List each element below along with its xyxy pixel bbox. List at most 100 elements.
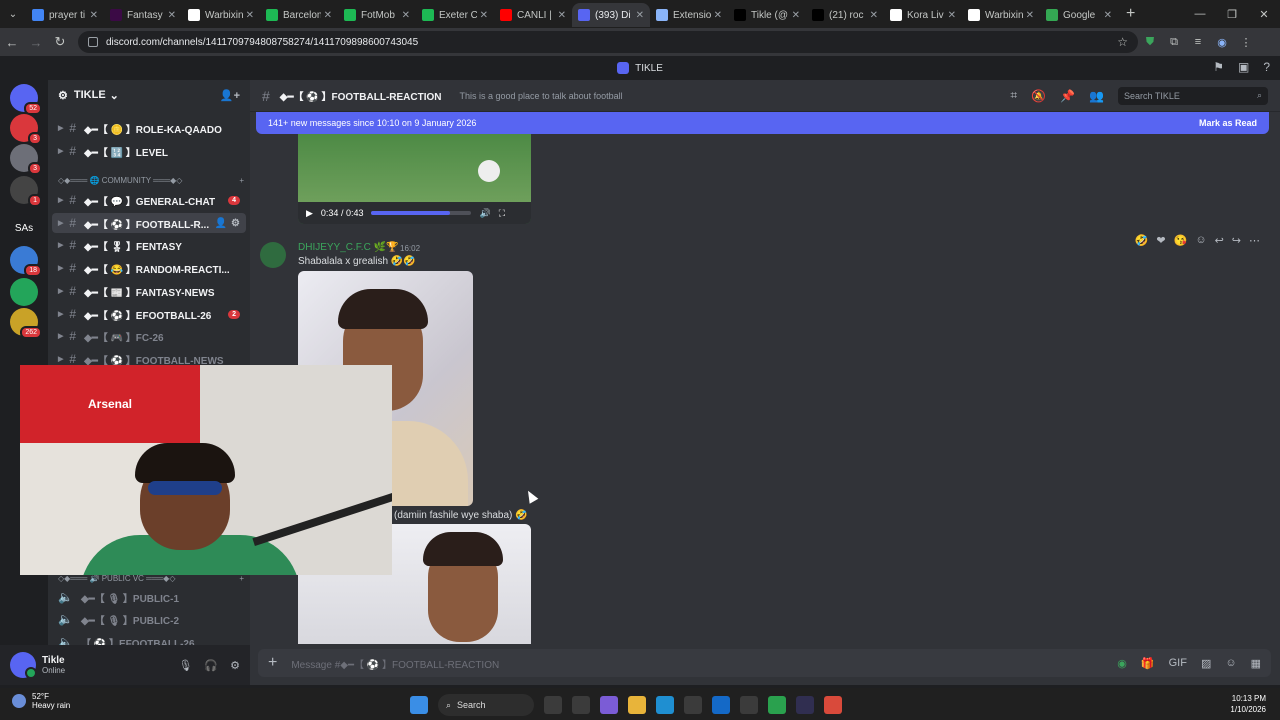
message-author[interactable]: DHIJEYY_C.F.C 🌿🏆 [298, 242, 398, 253]
inbox-icon[interactable]: ▣ [1238, 60, 1249, 74]
back-button[interactable]: ← [0, 35, 24, 50]
close-tab-icon[interactable]: ✕ [1104, 10, 1112, 21]
forward-button[interactable]: → [24, 35, 48, 50]
server-icon[interactable]: 3 [10, 114, 42, 145]
close-tab-icon[interactable]: ✕ [1026, 10, 1034, 21]
gift-icon[interactable]: 🎁 [1141, 657, 1155, 670]
server-header[interactable]: ⚙ TIKLE ⌄ 👤+ [48, 80, 250, 110]
volume-icon[interactable]: 🔊 [479, 208, 490, 219]
avatar[interactable] [10, 652, 37, 679]
close-tab-icon[interactable]: ✕ [246, 10, 254, 21]
forward-icon[interactable]: ↪ [1232, 234, 1241, 247]
browser-tab[interactable]: Kora Liv ✕ [884, 3, 962, 27]
chrome-profile-icon[interactable] [824, 696, 842, 714]
server-icon[interactable] [10, 278, 38, 306]
voice-channel-item[interactable]: 🔈 【 ⚽ 】EFOOTBALL-26 [52, 632, 246, 645]
server-icon[interactable]: 1 [10, 176, 42, 207]
browser-tab[interactable]: Extensio ✕ [650, 3, 728, 27]
browser-tab[interactable]: Fantasy ✕ [104, 3, 182, 27]
channel-item[interactable]: ▶ # ◆━【 🎮 】FC-26 [52, 326, 246, 346]
invite-people-icon[interactable]: 👤+ [220, 89, 240, 102]
reply-icon[interactable]: ↩ [1215, 234, 1224, 247]
category-public-vc[interactable]: ◇◆═══ 🔊 PUBLIC VC ═══◆◇ + [58, 574, 244, 583]
threads-icon[interactable]: ⌗ [1010, 88, 1017, 103]
task-view-icon[interactable] [572, 696, 590, 714]
close-tab-icon[interactable]: ✕ [792, 10, 800, 21]
add-reaction-icon[interactable]: ☺ [1195, 234, 1206, 247]
member-list-icon[interactable]: 👥 [1089, 89, 1104, 103]
microphone-icon[interactable]: 🎙 [178, 659, 192, 672]
search-input[interactable]: Search TIKLE ⌕ [1118, 86, 1268, 105]
channel-item[interactable]: ▶ # ◆━【 ⚽ 】EFOOTBALL-26 2 [52, 304, 246, 324]
reload-button[interactable]: ↻ [48, 34, 72, 50]
close-tab-icon[interactable]: ✕ [168, 10, 176, 21]
profile-avatar-icon[interactable]: ◉ [1210, 36, 1234, 49]
help-icon[interactable]: ? [1263, 60, 1270, 74]
mark-as-read-button[interactable]: Mark as Read [1199, 118, 1257, 128]
shield-extension-icon[interactable]: ⛊ [1138, 36, 1162, 49]
browser-tab[interactable]: Google ✕ [1040, 3, 1118, 27]
edge-icon[interactable] [656, 696, 674, 714]
browser-tab[interactable]: Tikle (@ ✕ [728, 3, 806, 27]
browser-tab[interactable]: CANLI | ✕ [494, 3, 572, 27]
video-embed[interactable]: ▶ 0:34 / 0:43 🔊 ⛶ [298, 134, 531, 224]
channel-item[interactable]: ▶ # ◆━【 💬 】GENERAL-CHAT 4 [52, 190, 246, 210]
browser-tab[interactable]: Exeter C ✕ [416, 3, 494, 27]
server-icon[interactable]: 18 [10, 246, 42, 277]
site-info-icon[interactable] [88, 37, 98, 47]
close-tab-icon[interactable]: ✕ [558, 10, 566, 21]
close-tab-icon[interactable]: ✕ [636, 10, 644, 21]
channel-item[interactable]: ▶ # ◆━【 🔢 】LEVEL [52, 141, 246, 161]
close-tab-icon[interactable]: ✕ [90, 10, 98, 21]
channel-item[interactable]: ▶ # ◆━【 ⚽ 】FOOTBALL-R... 👤 ⚙ [52, 213, 246, 233]
reaction-heart-icon[interactable]: ❤ [1156, 234, 1165, 247]
windows-start-icon[interactable] [410, 696, 428, 714]
voice-channel-item[interactable]: 🔈 ◆━【 🎙 】PUBLIC-1 [52, 587, 246, 607]
browser-menu-icon[interactable]: ⋮ [1234, 36, 1258, 49]
browser-tab[interactable]: FotMob ✕ [338, 3, 416, 27]
message-composer[interactable]: + Message #◆━【 ⚽ 】FOOTBALL-REACTION ◉ 🎁 … [258, 649, 1271, 677]
taskbar-search[interactable]: ⌕ Search [438, 694, 534, 716]
obs-icon[interactable] [796, 696, 814, 714]
close-tab-icon[interactable]: ✕ [714, 10, 722, 21]
media-control-icon[interactable]: ≡ [1186, 36, 1210, 48]
upload-plus-icon[interactable]: + [268, 654, 277, 672]
settings-gear-icon[interactable]: ⚙ [230, 659, 240, 672]
close-window-button[interactable]: ✕ [1248, 8, 1280, 21]
tab-search-button[interactable]: ⌄ [0, 9, 26, 20]
file-explorer-icon[interactable] [628, 696, 646, 714]
close-tab-icon[interactable]: ✕ [324, 10, 332, 21]
play-icon[interactable]: ▶ [306, 208, 313, 219]
nitro-icon[interactable]: ◉ [1117, 657, 1127, 670]
add-channel-icon[interactable]: + [239, 176, 244, 185]
category-community[interactable]: ◇◆═══ 🌐 COMMUNITY ═══◆◇ + [58, 176, 244, 185]
channel-item[interactable]: ▶ # ◆━【 📰 】FANTASY-NEWS [52, 281, 246, 301]
copilot-icon[interactable] [600, 696, 618, 714]
channel-item[interactable]: ▶ # ◆━【 😂 】RANDOM-REACTI... [52, 258, 246, 278]
add-channel-icon[interactable]: + [239, 574, 244, 583]
flag-icon[interactable]: ⚑ [1213, 60, 1224, 74]
maximize-button[interactable]: ❐ [1216, 8, 1248, 21]
sticker-icon[interactable]: ▨ [1201, 657, 1211, 670]
browser-tab[interactable]: (21) roc ✕ [806, 3, 884, 27]
reaction-kiss-icon[interactable]: 😘 [1174, 234, 1188, 247]
headphones-icon[interactable]: 🎧 [204, 659, 218, 672]
close-tab-icon[interactable]: ✕ [480, 10, 488, 21]
weather-widget[interactable]: 52°F Heavy rain [12, 692, 70, 710]
widgets-icon[interactable] [544, 696, 562, 714]
new-messages-bar[interactable]: 141+ new messages since 10:10 on 9 Janua… [256, 112, 1269, 134]
url-field[interactable]: discord.com/channels/1411709794808758274… [78, 31, 1138, 53]
server-icon[interactable]: SAs [10, 214, 38, 242]
server-icon[interactable]: 262 [10, 308, 42, 339]
new-tab-button[interactable]: + [1126, 5, 1135, 23]
apps-icon[interactable]: ▦ [1251, 657, 1261, 670]
browser-tab[interactable]: (393) Di ✕ [572, 3, 650, 27]
server-icon[interactable]: 52 [10, 84, 42, 115]
close-tab-icon[interactable]: ✕ [870, 10, 878, 21]
browser-tab[interactable]: prayer ti ✕ [26, 3, 104, 27]
pin-icon[interactable]: 📌 [1060, 89, 1075, 103]
bookmark-star-icon[interactable]: ☆ [1117, 35, 1128, 49]
channel-item[interactable]: ▶ # ◆━【 🪙 】ROLE-KA-QAADO [52, 118, 246, 138]
avatar[interactable] [260, 242, 286, 268]
app-icon[interactable] [740, 696, 758, 714]
